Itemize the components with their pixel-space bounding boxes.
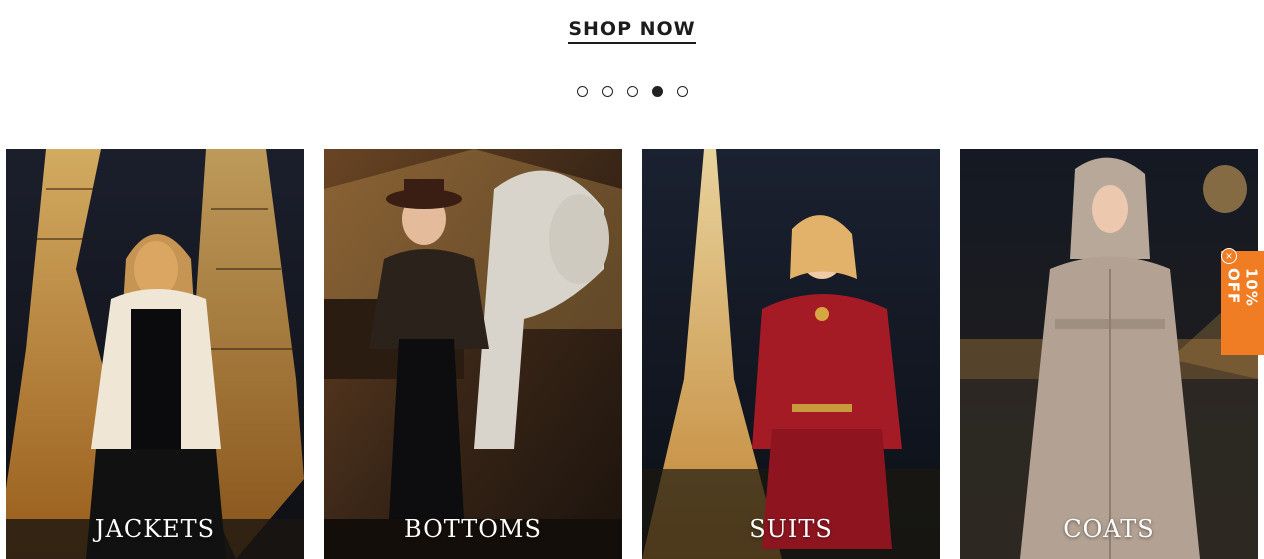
shop-now-link[interactable]: SHOP NOW <box>568 17 696 44</box>
suits-image <box>642 149 940 559</box>
carousel-dot-1[interactable] <box>576 86 588 97</box>
carousel-dot-3[interactable] <box>626 86 638 97</box>
bottoms-image <box>324 149 622 559</box>
jackets-image <box>6 149 304 559</box>
category-card-jackets[interactable]: JACKETS <box>6 149 304 559</box>
category-label-coats: COATS <box>1063 515 1155 543</box>
category-label-jackets: JACKETS <box>94 515 216 543</box>
category-card-bottoms[interactable]: BOTTOMS <box>324 149 622 559</box>
category-card-suits[interactable]: SUITS <box>642 149 940 559</box>
category-label-suits: SUITS <box>749 515 833 543</box>
category-label-bottoms: BOTTOMS <box>404 515 542 543</box>
shop-now-container: SHOP NOW <box>0 17 1264 44</box>
carousel-dot-2[interactable] <box>601 86 613 97</box>
page: SHOP NOW JACKETS BOTTOMS SUITS COATS × 1… <box>0 0 1264 559</box>
coats-image <box>960 149 1258 559</box>
discount-label[interactable]: 10% OFF <box>1221 268 1264 348</box>
category-card-coats[interactable]: COATS <box>960 149 1258 559</box>
category-grid: JACKETS BOTTOMS SUITS COATS <box>6 149 1261 559</box>
carousel-dot-4-active[interactable] <box>651 86 663 97</box>
carousel-pagination <box>0 86 1264 97</box>
carousel-dot-5[interactable] <box>676 86 688 97</box>
close-icon[interactable]: × <box>1221 248 1237 264</box>
